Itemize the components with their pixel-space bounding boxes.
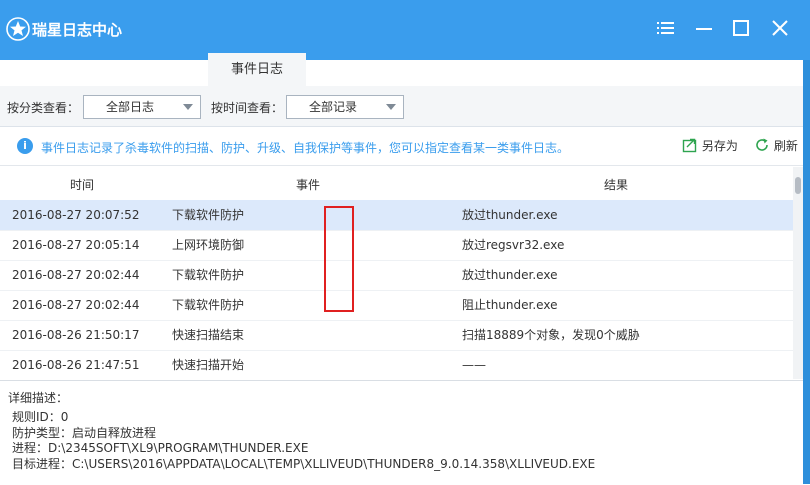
time-cell: 2016-08-26 21:47:51 [12,358,140,372]
tab-virus-log[interactable]: 杀毒日志 [108,53,208,86]
save-as-button[interactable]: 另存为 [682,137,738,155]
time-select[interactable]: 全部记录 [286,95,404,119]
time-cell: 2016-08-27 20:02:44 [12,298,140,312]
info-text: 事件日志记录了杀毒软件的扫描、防护、升级、自我保护等事件，您可以指定查看某一类事… [41,141,570,155]
maximize-icon [733,20,749,36]
category-filter-label: 按分类查看： [7,101,80,115]
result-cell: 放过thunder.exe [462,268,558,282]
event-cell: 上网环境防御 [172,238,245,252]
filter-bar: 按分类查看： 全部日志 按时间查看： 全部记录 [0,86,810,127]
result-cell: 放过thunder.exe [462,208,558,222]
detail-process: 进程：D:\2345SOFT\XL9\PROGRAM\THUNDER.EXE [12,441,309,455]
tab-event-log[interactable]: 事件日志 [208,53,306,86]
result-cell: 扫描18889个对象，发现0个威胁 [462,328,640,342]
table-row[interactable]: 2016-08-27 20:02:44 下载软件防护 阻止thunder.exe [0,290,793,321]
table-row[interactable]: 2016-08-26 21:50:17 快速扫描结束 扫描18889个对象，发现… [0,320,793,351]
detail-panel: 详细描述： 规则ID：0 防护类型：启动自释放进程 进程：D:\2345SOFT… [0,380,810,485]
maximize-button[interactable] [728,18,754,42]
chevron-down-icon [183,104,193,110]
minimize-button[interactable] [691,18,717,42]
refresh-label: 刷新 [773,139,798,153]
menu-button[interactable] [652,18,678,42]
close-icon [772,20,788,36]
time-filter-label: 按时间查看： [211,101,284,115]
title-bar: 瑞星日志中心 [0,0,810,60]
annotation-highlight-box [324,206,354,312]
column-header-time[interactable]: 时间 [70,176,94,193]
menu-icon [657,22,674,34]
minimize-icon [696,28,712,30]
table-row[interactable]: 2016-08-27 20:05:14 上网环境防御 放过regsvr32.ex… [0,230,793,261]
time-cell: 2016-08-26 21:50:17 [12,328,140,342]
table-scrollbar[interactable] [793,167,803,379]
time-cell: 2016-08-27 20:07:52 [12,208,140,222]
export-icon [682,138,697,153]
category-select-value: 全部日志 [105,100,154,114]
tab-file-recovery[interactable]: 文件恢复区 [8,53,108,86]
chevron-down-icon [386,104,396,110]
result-cell: 阻止thunder.exe [462,298,558,312]
refresh-button[interactable]: 刷新 [754,137,798,155]
event-cell: 下载软件防护 [172,298,245,312]
scrollbar-thumb[interactable] [795,177,801,194]
rising-logo-icon [6,17,30,41]
table-row[interactable]: 2016-08-27 20:07:52 下载软件防护 放过thunder.exe [0,200,793,231]
table-row[interactable]: 2016-08-27 20:02:44 下载软件防护 放过thunder.exe [0,260,793,291]
save-as-label: 另存为 [701,139,738,153]
event-cell: 下载软件防护 [172,268,245,282]
event-cell: 快速扫描结束 [172,328,245,342]
detail-title: 详细描述： [8,391,69,405]
event-cell: 下载软件防护 [172,208,245,222]
detail-target-process: 目标进程：C:\USERS\2016\APPDATA\LOCAL\TEMP\XL… [12,457,596,471]
window-edge [803,60,810,484]
detail-rule-id: 规则ID：0 [12,410,69,424]
time-cell: 2016-08-27 20:02:44 [12,268,140,282]
time-select-value: 全部记录 [308,100,357,114]
column-header-event[interactable]: 事件 [296,176,320,193]
column-header-result[interactable]: 结果 [604,176,628,193]
close-button[interactable] [767,18,793,42]
info-icon: i [17,138,33,154]
event-cell: 快速扫描开始 [172,358,245,372]
refresh-icon [756,138,768,151]
tab-bar: 文件恢复区 杀毒日志 事件日志 [0,53,810,86]
category-select[interactable]: 全部日志 [83,95,201,119]
result-cell: —— [462,358,486,372]
result-cell: 放过regsvr32.exe [462,238,565,252]
time-cell: 2016-08-27 20:05:14 [12,238,140,252]
event-log-table: 2016-08-27 20:07:52 下载软件防护 放过thunder.exe… [0,199,793,379]
table-row[interactable]: 2016-08-26 21:47:51 快速扫描开始 —— [0,350,793,379]
window-title: 瑞星日志中心 [32,21,123,39]
